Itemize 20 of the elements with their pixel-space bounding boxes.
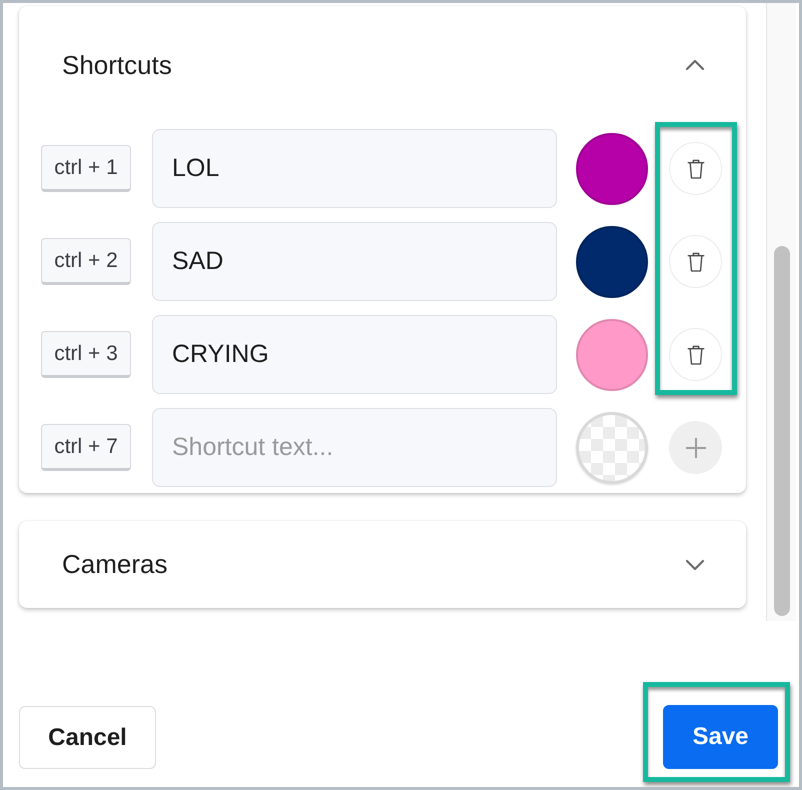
- shortcut-text-field[interactable]: LOL: [152, 129, 557, 208]
- cancel-button[interactable]: Cancel: [19, 706, 156, 769]
- chevron-down-icon[interactable]: [685, 558, 705, 570]
- section-title: Cameras: [62, 549, 168, 580]
- section-title: Shortcuts: [62, 50, 172, 80]
- shortcut-text-field[interactable]: CRYING: [152, 315, 557, 394]
- shortcut-key: ctrl + 1: [41, 145, 131, 192]
- trash-icon: [686, 158, 704, 180]
- shortcut-key: ctrl + 7: [41, 424, 131, 471]
- checkerboard-swatch-icon[interactable]: [576, 412, 648, 484]
- save-button[interactable]: Save: [663, 705, 778, 769]
- trash-icon: [686, 344, 704, 366]
- shortcut-text-field[interactable]: SAD: [152, 222, 557, 301]
- shortcut-key: ctrl + 3: [41, 331, 131, 378]
- scrollbar-thumb[interactable]: [774, 246, 790, 616]
- plus-icon: [684, 436, 706, 458]
- chevron-up-icon[interactable]: [685, 59, 705, 71]
- trash-icon: [686, 250, 704, 272]
- shortcut-key: ctrl + 2: [41, 238, 131, 285]
- shortcut-text-field[interactable]: Shortcut text...: [152, 408, 557, 487]
